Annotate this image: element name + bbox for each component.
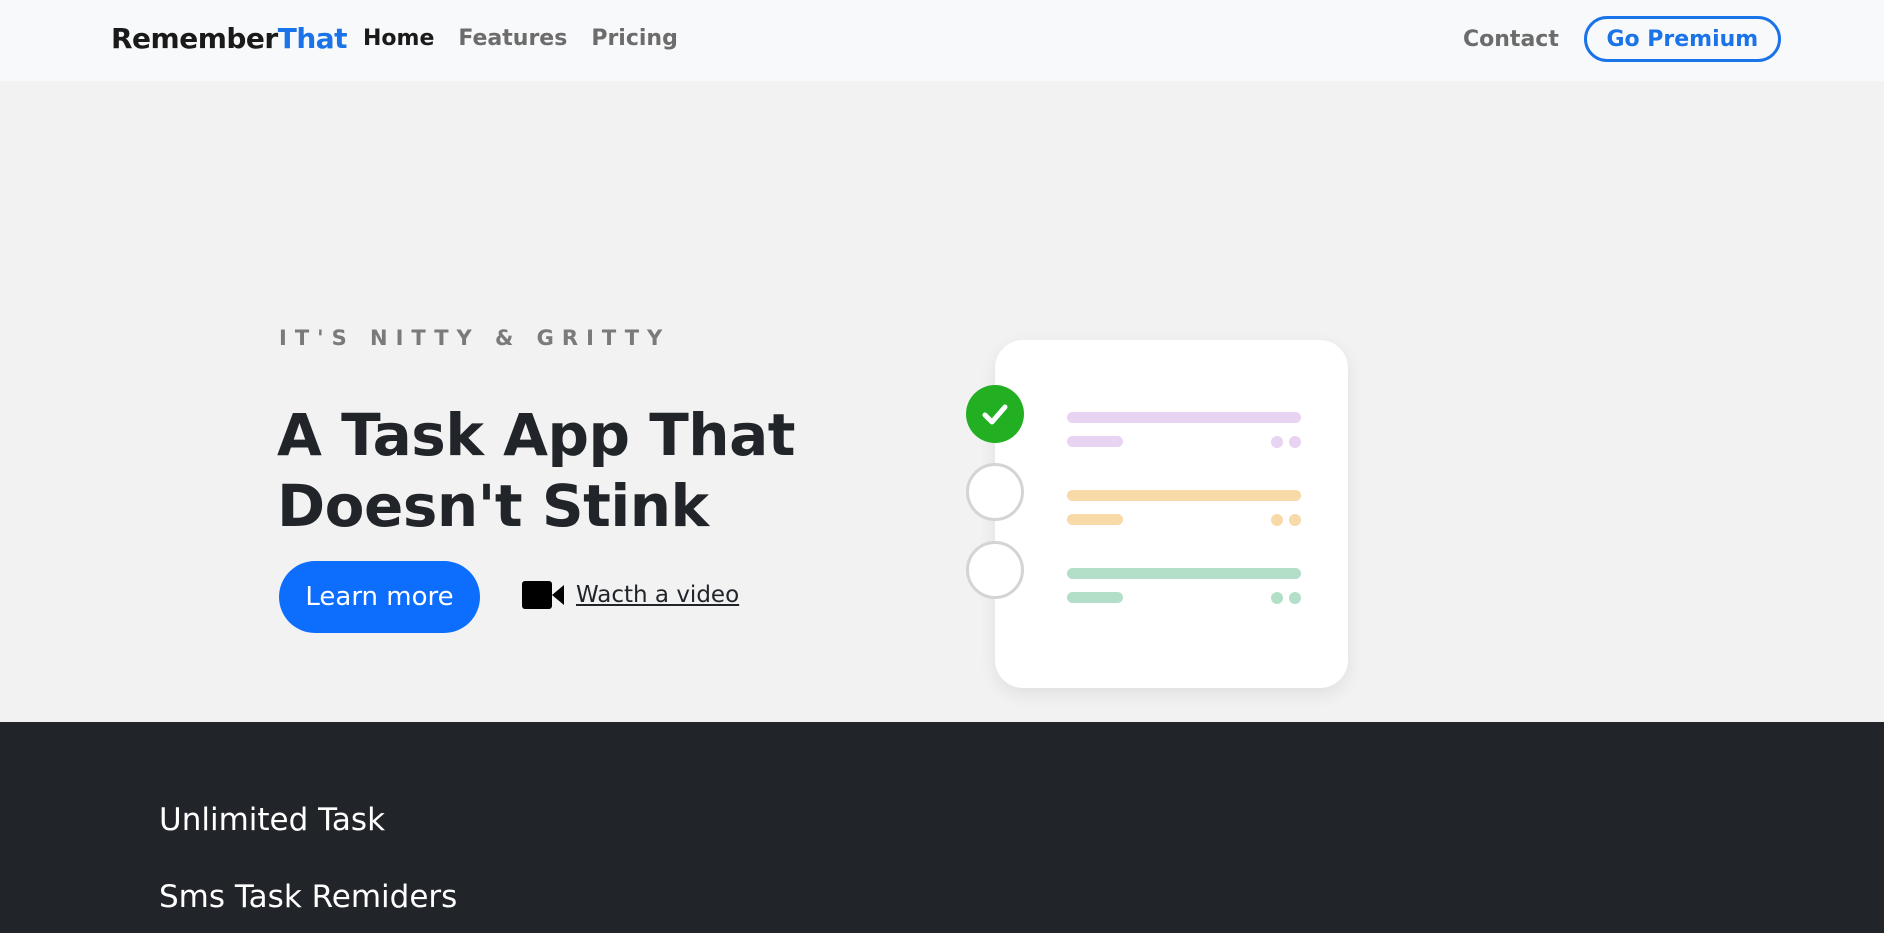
feature-item: Unlimited Task <box>159 802 386 838</box>
video-camera-icon <box>522 581 564 609</box>
task-dot <box>1271 592 1283 604</box>
task-line-long <box>1067 490 1301 501</box>
go-premium-button[interactable]: Go Premium <box>1583 16 1781 62</box>
nav-link-contact[interactable]: Contact <box>1463 27 1559 52</box>
task-checked-circle <box>966 385 1024 443</box>
task-unchecked-circle <box>966 541 1024 599</box>
hero-eyebrow: IT'S NITTY & GRITTY <box>279 326 671 350</box>
task-line-short <box>1067 436 1123 447</box>
navbar: RememberThat Home Features Pricing Conta… <box>0 0 1884 81</box>
brand-logo[interactable]: RememberThat <box>111 22 348 55</box>
task-dot <box>1289 436 1301 448</box>
nav-link-home[interactable]: Home <box>363 26 434 51</box>
watch-video-label: Wacth a video <box>576 582 740 608</box>
task-line-long <box>1067 412 1301 423</box>
task-dot <box>1289 592 1301 604</box>
nav-right: Contact Go Premium <box>1463 16 1781 62</box>
brand-name-part1: Remember <box>111 22 278 55</box>
task-line-long <box>1067 568 1301 579</box>
task-line-short <box>1067 514 1123 525</box>
task-dot <box>1289 514 1301 526</box>
checkmark-icon <box>982 404 1008 425</box>
hero-headline: A Task App That Doesn't Stink <box>277 400 837 542</box>
task-dot <box>1271 436 1283 448</box>
learn-more-button[interactable]: Learn more <box>279 561 480 633</box>
task-dot <box>1271 514 1283 526</box>
watch-video-link[interactable]: Wacth a video <box>522 581 739 609</box>
brand-name-part2: That <box>277 22 348 55</box>
features-section: Unlimited Task Sms Task Remiders <box>0 722 1884 933</box>
nav-link-features[interactable]: Features <box>458 26 567 51</box>
nav-links: Home Features Pricing <box>363 26 678 51</box>
hero-headline-line2: Doesn't Stink <box>277 472 709 540</box>
task-card-illustration <box>966 340 1348 688</box>
task-unchecked-circle <box>966 463 1024 521</box>
nav-link-pricing[interactable]: Pricing <box>591 26 678 51</box>
hero-section: IT'S NITTY & GRITTY A Task App That Does… <box>0 81 1884 722</box>
feature-item: Sms Task Remiders <box>159 879 458 915</box>
hero-headline-line1: A Task App That <box>277 401 795 469</box>
task-line-short <box>1067 592 1123 603</box>
